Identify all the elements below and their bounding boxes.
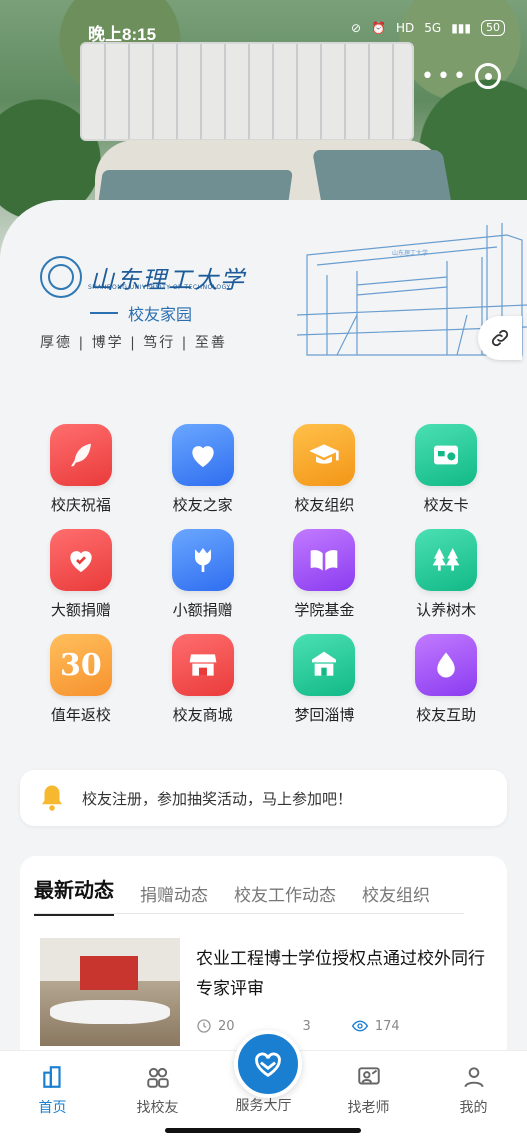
article-date-tail: 3: [302, 1018, 311, 1034]
grid-item-label: 认养树木: [416, 601, 477, 619]
clock-icon: [197, 1019, 211, 1033]
home-indicator: [165, 1128, 361, 1133]
user-icon: [460, 1063, 488, 1091]
nav-label: 找校友: [136, 1100, 179, 1116]
notice-text: 校友注册，参加抽奖活动，马上参加吧！: [82, 789, 353, 808]
grid-item-label: 校友互助: [416, 706, 477, 724]
nav-profile[interactable]: 我的: [421, 1063, 526, 1117]
tulip-icon[interactable]: [171, 529, 234, 591]
nav-label: 我的: [459, 1100, 488, 1116]
grid-item-large-donation[interactable]: 大额捐赠: [20, 529, 142, 620]
article-meta: 20 3 174: [196, 1018, 400, 1034]
grid-item-alumni-card[interactable]: 校友卡: [385, 424, 507, 515]
book-icon[interactable]: [293, 529, 356, 591]
nav-home[interactable]: 首页: [0, 1063, 105, 1117]
article-views: 174: [374, 1018, 400, 1034]
grid-item-anniversary-wishes[interactable]: 校庆祝福: [20, 424, 142, 515]
grid-item-label: 梦回淄博: [294, 706, 355, 724]
network-badge: 5G: [424, 21, 442, 35]
grid-item-label: 校友组织: [294, 496, 355, 514]
tree-icon[interactable]: [415, 529, 478, 591]
grid-item-label: 值年返校: [50, 706, 111, 724]
grid-item-alumni-organization[interactable]: 校友组织: [264, 424, 386, 515]
graduation-cap-icon[interactable]: [293, 424, 356, 486]
article-thumbnail[interactable]: [40, 938, 180, 1046]
grid-item-label: 校庆祝福: [50, 496, 111, 514]
store-icon[interactable]: [171, 634, 234, 696]
grid-item-label: 校友之家: [172, 496, 233, 514]
share-link-button[interactable]: [478, 316, 522, 360]
eye-icon: [351, 1020, 368, 1032]
school-name-en: SHANDONG UNIVERSITY OF TECHNOLOGY: [88, 284, 231, 291]
people-icon: [144, 1063, 172, 1091]
heart-gift-icon[interactable]: [49, 529, 112, 591]
mute-icon: ⊘: [350, 21, 362, 35]
news-tabs: 最新动态 捐赠动态 校友工作动态 校友组织: [34, 874, 430, 916]
bell-icon: [34, 778, 70, 818]
grid-item-label: 学院基金: [294, 601, 355, 619]
heart-hands-icon: [255, 1052, 281, 1078]
anniversary-30-icon[interactable]: 30: [49, 634, 112, 696]
nav-find-teacher[interactable]: 找老师: [316, 1063, 421, 1117]
service-hall-button[interactable]: [234, 1030, 302, 1098]
nav-find-alumni[interactable]: 找校友: [105, 1063, 210, 1117]
page-subtitle: 校友家园: [90, 301, 192, 325]
nav-label: 找老师: [347, 1100, 390, 1116]
battery-icon: 50: [481, 20, 505, 36]
link-icon: [491, 329, 509, 347]
tab-donation[interactable]: 捐赠动态: [140, 881, 208, 916]
school-logo: 山东理工大学: [40, 256, 246, 298]
notice-banner[interactable]: 校友注册，参加抽奖活动，马上参加吧！: [20, 770, 507, 826]
feature-grid: 校庆祝福 校友之家 校友组织 校友卡 大额捐赠 小额捐赠 学院基金 认养树木 3…: [20, 424, 507, 725]
id-card-icon[interactable]: [415, 424, 478, 486]
drop-icon[interactable]: [415, 634, 478, 696]
grid-item-label: 校友商城: [172, 706, 233, 724]
feather-icon[interactable]: [49, 424, 112, 486]
status-bar: 晚上8:15 ⊘ ⏰ HD 5G ▮▮▮ 50: [0, 14, 527, 44]
grid-item-label: 校友卡: [423, 496, 469, 514]
grid-item-label: 小额捐赠: [172, 601, 233, 619]
grid-item-alumni-home[interactable]: 校友之家: [142, 424, 264, 515]
grid-item-label: 大额捐赠: [50, 601, 111, 619]
status-time: 晚上8:15: [88, 25, 157, 44]
miniapp-capsule[interactable]: •••: [415, 60, 507, 92]
grid-item-dream-zibo[interactable]: 梦回淄博: [264, 634, 386, 725]
grid-item-small-donation[interactable]: 小额捐赠: [142, 529, 264, 620]
school-seal-icon: [40, 256, 82, 298]
more-icon[interactable]: •••: [421, 64, 469, 89]
building-icon[interactable]: [293, 634, 356, 696]
close-circle-icon[interactable]: [475, 63, 501, 89]
school-motto: 厚德 | 博学 | 笃行 | 至善: [40, 335, 227, 351]
home-icon: [39, 1063, 67, 1091]
nav-service-hall[interactable]: 服务大厅: [211, 1095, 316, 1115]
alarm-icon: ⏰: [371, 21, 386, 35]
article-date: 20: [218, 1018, 235, 1034]
tab-alumni-org[interactable]: 校友组织: [362, 881, 430, 916]
hd-badge: HD: [395, 21, 415, 35]
anniversary-number: 30: [60, 647, 102, 683]
nav-label: 服务大厅: [235, 1098, 292, 1114]
article-title[interactable]: 农业工程博士学位授权点通过校外同行专家评审: [196, 944, 486, 1004]
subtitle-text: 校友家园: [128, 305, 193, 324]
grid-item-mutual-aid[interactable]: 校友互助: [385, 634, 507, 725]
signal-icon: ▮▮▮: [451, 21, 471, 35]
nav-label: 首页: [38, 1100, 67, 1116]
grid-item-alumni-mall[interactable]: 校友商城: [142, 634, 264, 725]
tab-latest[interactable]: 最新动态: [34, 874, 114, 916]
grid-item-college-fund[interactable]: 学院基金: [264, 529, 386, 620]
grid-item-adopt-tree[interactable]: 认养树木: [385, 529, 507, 620]
campus-building: [80, 42, 414, 141]
grid-item-reunion[interactable]: 30 值年返校: [20, 634, 142, 725]
teacher-icon: [355, 1063, 383, 1091]
heart-handshake-icon[interactable]: [171, 424, 234, 486]
gate-sign-text: 山东理工大学: [392, 249, 428, 257]
tab-alumni-work[interactable]: 校友工作动态: [234, 881, 336, 916]
